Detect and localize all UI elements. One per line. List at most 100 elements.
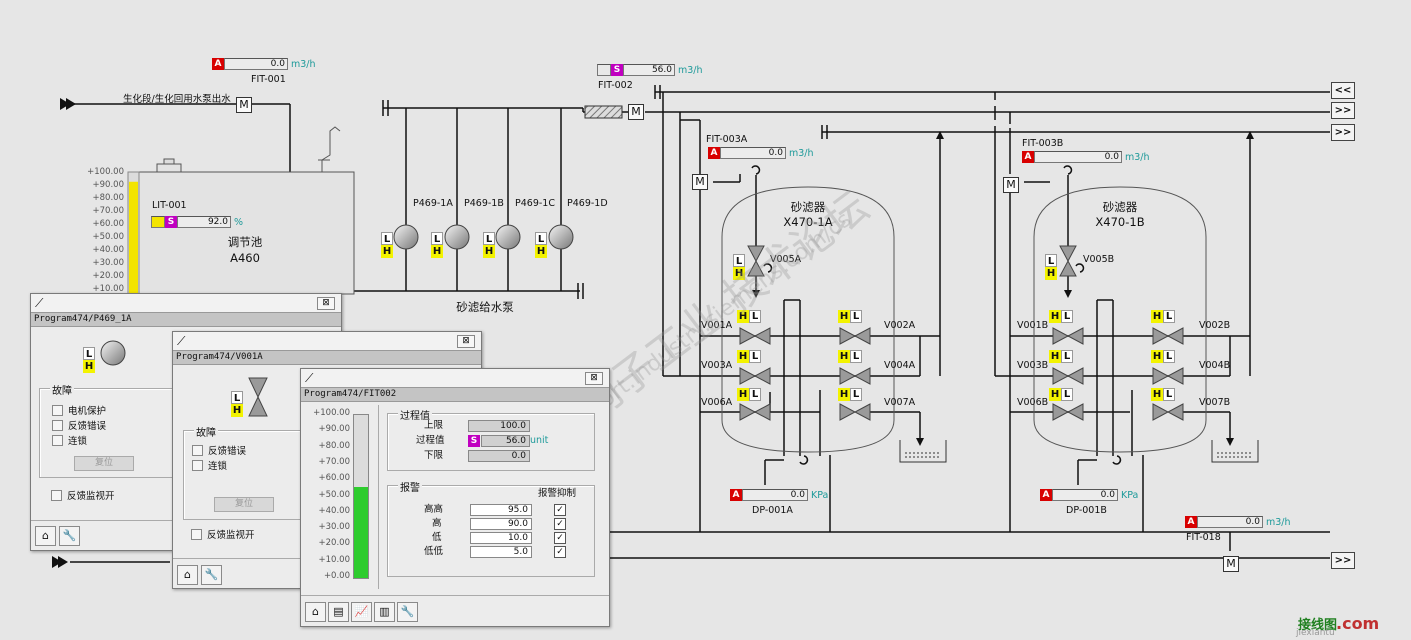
checkbox-interlock[interactable]: 连锁 [52, 433, 87, 447]
valve-label: V007B [1199, 397, 1231, 408]
close-button[interactable]: ⊠ [457, 335, 475, 348]
lit001-value: 92.0 [177, 216, 231, 228]
valve-v001b[interactable] [1052, 327, 1084, 345]
checkbox-feedback-monitor[interactable]: 反馈监视开 [191, 527, 255, 541]
home-button[interactable]: ⌂ [305, 602, 326, 622]
hl-indicator[interactable]: HL [1151, 310, 1175, 323]
valve-v002a[interactable] [839, 327, 871, 345]
close-button[interactable]: ⊠ [585, 372, 603, 385]
valve-v005a[interactable] [747, 245, 765, 277]
motor-fit018[interactable]: M [1223, 556, 1239, 572]
trend-button[interactable]: 📈 [351, 602, 372, 622]
reset-button[interactable]: 复位 [74, 456, 134, 471]
pump-label: P469-1B [464, 198, 504, 209]
motor-fit003a[interactable]: M [692, 174, 708, 190]
home-button[interactable]: ⌂ [35, 526, 56, 546]
alarm-hh-suppress-checkbox[interactable]: ✓ [554, 504, 566, 516]
alarm-h-suppress-checkbox[interactable]: ✓ [554, 518, 566, 530]
pump-p469-1b[interactable] [444, 224, 470, 250]
close-button[interactable]: ⊠ [317, 297, 335, 310]
alarm-ll-input[interactable]: 5.0 [470, 546, 532, 558]
checkbox-motor-protect[interactable]: 电机保护 [52, 403, 106, 417]
faceplate-button[interactable]: ▤ [328, 602, 349, 622]
l-flag: L [1163, 350, 1175, 363]
nav-forward-button-3[interactable]: >> [1331, 552, 1355, 569]
motor-fit001[interactable]: M [236, 97, 252, 113]
fit001-tag: FIT-001 [251, 74, 286, 85]
fit001-readout[interactable]: A 0.0 m3/h [212, 58, 316, 70]
reset-button[interactable]: 复位 [214, 497, 274, 512]
valve-v006a[interactable] [739, 403, 771, 421]
valve-v002b[interactable] [1152, 327, 1184, 345]
checkbox-feedback-error[interactable]: 反馈错误 [192, 443, 246, 457]
lh-indicator[interactable]: LH [733, 254, 745, 280]
pump-p469-1c[interactable] [495, 224, 521, 250]
hl-indicator[interactable]: HL [1151, 388, 1175, 401]
hl-indicator[interactable]: HL [838, 388, 862, 401]
home-button[interactable]: ⌂ [177, 565, 198, 585]
valve-v007b[interactable] [1152, 403, 1184, 421]
hl-indicator[interactable]: HL [1049, 350, 1073, 363]
valve-label: V001B [1017, 320, 1049, 331]
fault-label: 故障 [50, 382, 74, 397]
hl-indicator[interactable]: HL [737, 310, 761, 323]
hl-indicator[interactable]: HL [838, 310, 862, 323]
alarm-ll-suppress-checkbox[interactable]: ✓ [554, 546, 566, 558]
hl-indicator[interactable]: HL [737, 388, 761, 401]
motor-fit002[interactable]: M [628, 104, 644, 120]
lit001-readout[interactable]: S 92.0 % [151, 216, 243, 228]
fit002-readout[interactable]: S 56.0 m3/h [597, 64, 703, 76]
dp001a-unit: KPa [811, 489, 829, 501]
settings-tool-button[interactable]: 🔧 [59, 526, 80, 546]
dp001a-readout[interactable]: A 0.0 KPa [730, 489, 828, 501]
pump-label: P469-1A [413, 198, 453, 209]
valve-v006b[interactable] [1052, 403, 1084, 421]
scale-tick: +80.00 [318, 440, 350, 451]
valve-v004a[interactable] [839, 367, 871, 385]
alarm-hh-input[interactable]: 95.0 [470, 504, 532, 516]
settings-tool-button[interactable]: 🔧 [201, 565, 222, 585]
hl-indicator[interactable]: HL [1049, 388, 1073, 401]
valve-v003b[interactable] [1052, 367, 1084, 385]
valve-v004b[interactable] [1152, 367, 1184, 385]
motor-fit003b[interactable]: M [1003, 177, 1019, 193]
l-flag: L [749, 388, 761, 401]
fit018-readout[interactable]: A 0.0 m3/h [1185, 516, 1291, 528]
fit003a-readout[interactable]: A 0.0 m3/h [708, 147, 814, 159]
lh-indicator[interactable]: LH [483, 232, 495, 258]
scale-tick: +0.00 [323, 571, 350, 581]
valve-v005b[interactable] [1059, 245, 1077, 277]
fit002-faceplate-window[interactable]: ⟋ ⊠ Program474/FIT002 +100.00 +90.00 +80.0… [300, 368, 610, 627]
nav-forward-button-2[interactable]: >> [1331, 124, 1355, 141]
dp001b-readout[interactable]: A 0.0 KPa [1040, 489, 1138, 501]
alarm-l-suppress-checkbox[interactable]: ✓ [554, 532, 566, 544]
settings-tool-button[interactable]: 🔧 [397, 602, 418, 622]
lh-indicator[interactable]: LH [231, 391, 243, 417]
limits-button[interactable]: ▥ [374, 602, 395, 622]
nav-forward-button-1[interactable]: >> [1331, 102, 1355, 119]
lh-indicator[interactable]: LH [83, 347, 95, 373]
nav-back-button[interactable]: << [1331, 82, 1355, 99]
lh-indicator[interactable]: LH [535, 232, 547, 258]
alarm-l-input[interactable]: 10.0 [470, 532, 532, 544]
hl-indicator[interactable]: HL [737, 350, 761, 363]
valve-v001a[interactable] [739, 327, 771, 345]
window-title: Program474/P469_1A [31, 312, 341, 327]
lh-indicator[interactable]: LH [381, 232, 393, 258]
checkbox-feedback-monitor[interactable]: 反馈监视开 [51, 488, 115, 502]
scale-tick: +20.00 [92, 271, 124, 281]
hl-indicator[interactable]: HL [1151, 350, 1175, 363]
hl-indicator[interactable]: HL [1049, 310, 1073, 323]
valve-v003a[interactable] [739, 367, 771, 385]
valve-v007a[interactable] [839, 403, 871, 421]
alarm-h-input[interactable]: 90.0 [470, 518, 532, 530]
lh-indicator[interactable]: LH [1045, 254, 1057, 280]
checkbox-feedback-error[interactable]: 反馈错误 [52, 418, 106, 432]
checkbox-interlock[interactable]: 连锁 [192, 458, 227, 472]
fit003b-readout[interactable]: A 0.0 m3/h [1022, 151, 1150, 163]
lh-indicator[interactable]: LH [431, 232, 443, 258]
hl-indicator[interactable]: HL [838, 350, 862, 363]
fit002-value: 56.0 [623, 64, 675, 76]
pump-p469-1a[interactable] [393, 224, 419, 250]
pump-p469-1d[interactable] [548, 224, 574, 250]
